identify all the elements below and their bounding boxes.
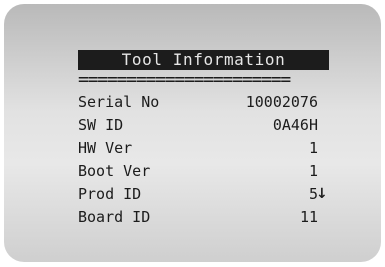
info-row-label: Board ID bbox=[78, 208, 151, 226]
info-row-label: HW Ver bbox=[78, 139, 133, 157]
info-row-serial-no: Serial No 10002076 bbox=[78, 92, 318, 112]
info-row-board-id: Board ID 11 bbox=[78, 207, 318, 227]
info-row-label: SW ID bbox=[78, 116, 124, 134]
down-arrow-icon: ↓ bbox=[316, 186, 328, 202]
title-separator: ====================== bbox=[78, 70, 291, 90]
info-row-value: 1 bbox=[308, 139, 318, 157]
info-row-sw-id: SW ID 0A46H bbox=[78, 115, 318, 135]
info-row-label: Serial No bbox=[78, 93, 160, 111]
info-row-value: 0A46H bbox=[272, 116, 318, 134]
info-row-boot-ver: Boot Ver 1 bbox=[78, 161, 318, 181]
info-row-hw-ver: HW Ver 1 bbox=[78, 138, 318, 158]
info-row-prod-id: Prod ID 5 bbox=[78, 184, 318, 204]
lcd-screen: Tool Information ====================== … bbox=[4, 4, 381, 262]
info-row-label: Prod ID bbox=[78, 185, 142, 203]
info-row-value: 11 bbox=[299, 208, 318, 226]
info-row-value: 1 bbox=[308, 162, 318, 180]
device-display-frame: Tool Information ====================== … bbox=[0, 0, 385, 267]
page-title: Tool Information bbox=[78, 50, 329, 70]
info-row-value: 10002076 bbox=[245, 93, 318, 111]
info-row-label: Boot Ver bbox=[78, 162, 151, 180]
